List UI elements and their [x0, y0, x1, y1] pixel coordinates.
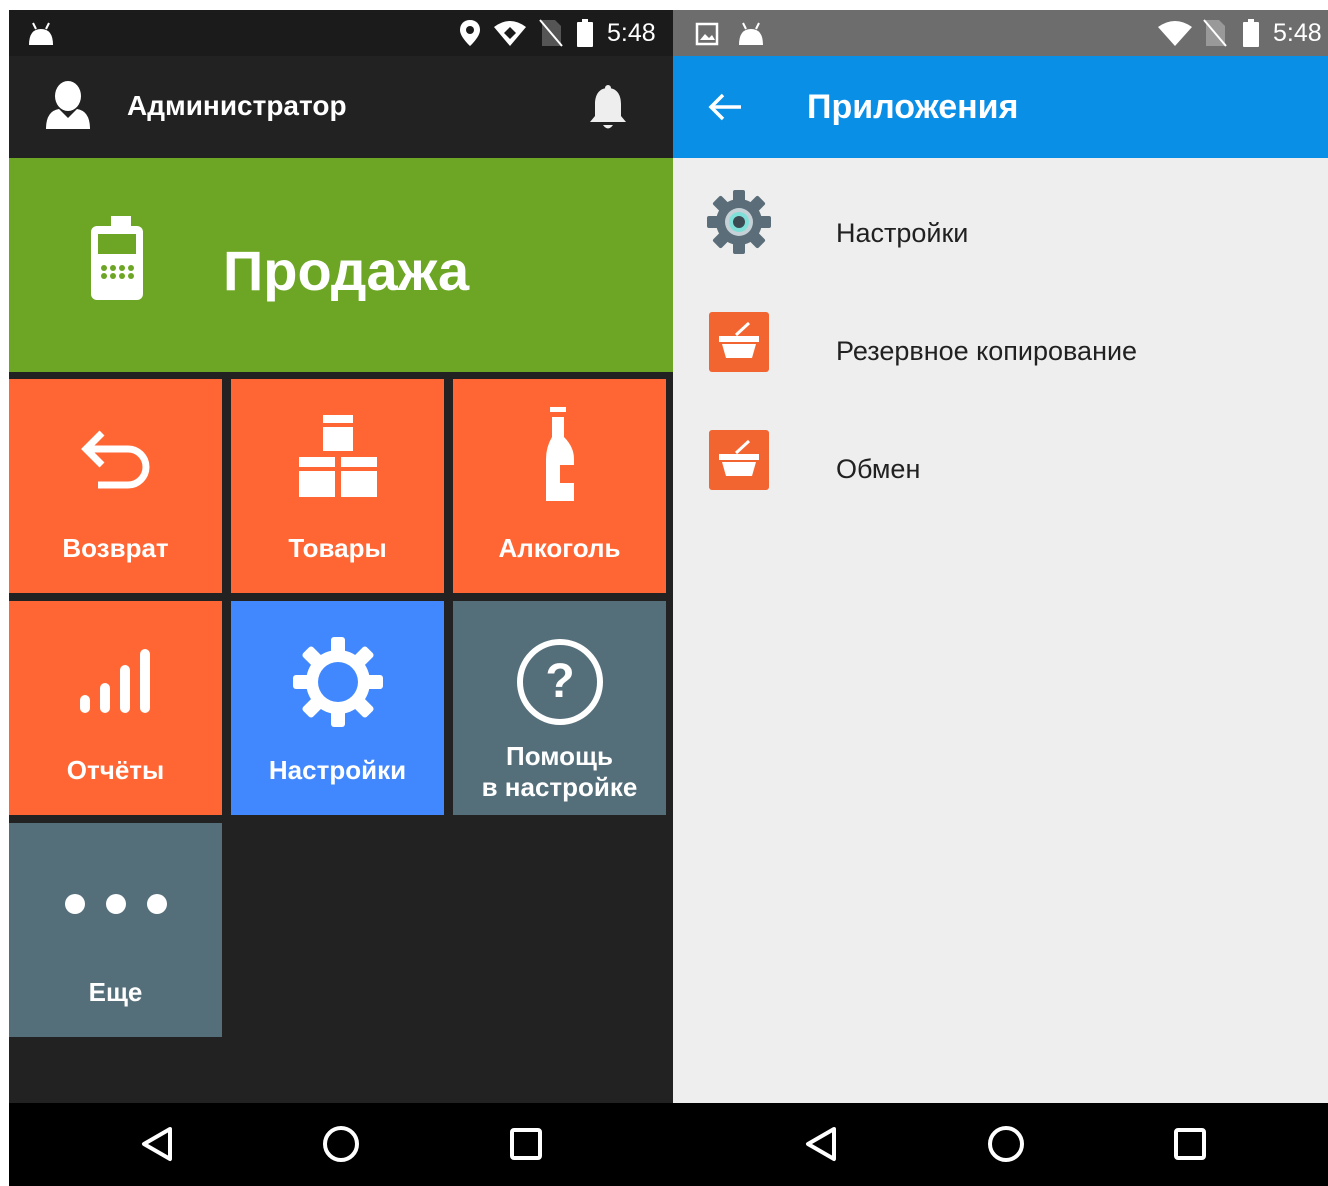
recents-icon[interactable]	[506, 1124, 546, 1164]
location-icon	[459, 19, 481, 52]
app-label: Обмен	[836, 454, 921, 484]
app-label: Резервное копирование	[836, 336, 1138, 366]
bell-icon[interactable]	[587, 84, 629, 137]
navigation-bar	[9, 1103, 673, 1186]
return-arrow-icon	[9, 419, 222, 495]
android-icon	[27, 21, 55, 52]
help-circle-icon: ?	[453, 637, 666, 727]
battery-icon	[1243, 19, 1259, 52]
settings-gear-icon	[707, 190, 771, 254]
arrow-back-icon[interactable]	[707, 92, 743, 127]
tile-label: Возврат	[62, 533, 169, 563]
applications-screen: 5:48 Приложения Настройки Резервное копи…	[673, 10, 1328, 1186]
user-header: Администратор	[9, 56, 673, 158]
boxes-icon	[231, 415, 444, 499]
tile-alcohol[interactable]: Алкоголь	[453, 379, 666, 593]
home-icon[interactable]	[321, 1124, 361, 1164]
tile-settings[interactable]: Настройки	[231, 601, 444, 815]
tile-label-line1: Помощь	[506, 741, 613, 771]
launcher-screen: 5:48 Администратор Продажа Возврат Товар…	[9, 10, 673, 1186]
user-avatar-icon[interactable]	[45, 80, 91, 135]
bottle-icon	[453, 407, 666, 503]
page-title: Приложения	[807, 88, 1019, 126]
list-item-exchange[interactable]: Обмен	[673, 404, 1328, 522]
tile-reports[interactable]: Отчёты	[9, 601, 222, 815]
gear-icon	[231, 635, 444, 729]
tile-products[interactable]: Товары	[231, 379, 444, 593]
battery-icon	[577, 19, 593, 52]
wifi-icon	[493, 21, 527, 52]
svg-text:?: ?	[545, 655, 574, 708]
tile-label-line2: в настройке	[481, 772, 638, 802]
sale-label: Продажа	[223, 239, 470, 302]
android-icon	[737, 21, 765, 52]
more-dots-icon	[9, 893, 222, 915]
cash-register-icon	[89, 216, 145, 307]
tile-label: Помощь в настройке	[453, 741, 666, 803]
sale-tile[interactable]: Продажа	[9, 158, 673, 372]
status-bar: 5:48	[9, 10, 673, 56]
no-sim-icon	[1203, 19, 1227, 52]
tile-setup-help[interactable]: ? Помощь в настройке	[453, 601, 666, 815]
home-icon[interactable]	[986, 1124, 1026, 1164]
app-bar: Приложения	[673, 56, 1328, 158]
tile-label: Алкоголь	[498, 533, 621, 563]
status-bar: 5:48	[673, 10, 1328, 56]
tile-more[interactable]: Еще	[9, 823, 222, 1037]
app-label: Настройки	[836, 218, 969, 248]
list-item-settings[interactable]: Настройки	[673, 168, 1328, 286]
status-time: 5:48	[1273, 19, 1322, 47]
basket-icon	[709, 430, 769, 490]
back-icon[interactable]	[801, 1124, 841, 1164]
status-time: 5:48	[607, 19, 656, 47]
basket-icon	[709, 312, 769, 372]
no-sim-icon	[539, 19, 563, 52]
image-notification-icon	[695, 22, 719, 51]
wifi-icon	[1157, 21, 1193, 52]
tile-label: Настройки	[268, 755, 407, 785]
bar-chart-icon	[9, 647, 222, 715]
back-icon[interactable]	[137, 1124, 177, 1164]
tile-label: Товары	[288, 533, 387, 563]
user-name: Администратор	[127, 90, 347, 121]
navigation-bar	[673, 1103, 1328, 1186]
tile-return[interactable]: Возврат	[9, 379, 222, 593]
recents-icon[interactable]	[1170, 1124, 1210, 1164]
tile-label: Отчёты	[66, 755, 165, 785]
tile-label: Еще	[88, 977, 143, 1007]
list-item-backup[interactable]: Резервное копирование	[673, 286, 1328, 404]
